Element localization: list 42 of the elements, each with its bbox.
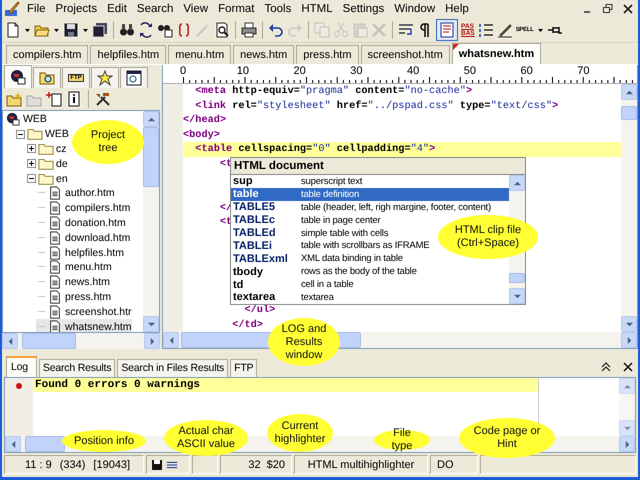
completion-description: XML data binding in table xyxy=(301,253,403,264)
highlighter-name: HTML multihighlighter xyxy=(308,458,414,470)
completion-keyword: sup xyxy=(232,175,254,188)
ruler-number: 10 xyxy=(236,65,250,78)
cursor-position: 11 : 9 xyxy=(25,458,52,470)
completion-description: table (header, left, righ margine, footer, content) xyxy=(301,202,491,213)
completion-description: superscript text xyxy=(301,176,362,187)
completion-description: cell in a table xyxy=(301,279,354,290)
completion-description: table definition xyxy=(301,188,360,200)
code-line: </td> xyxy=(231,318,263,332)
completion-keyword: TABLEc xyxy=(232,214,276,226)
popup-title: HTML document xyxy=(231,158,525,175)
ruler-number: 50 xyxy=(464,65,477,78)
code-line: <meta http-equiv="pragma" content="no-cache"> xyxy=(194,84,472,99)
completion-keyword: TABLExml xyxy=(232,252,289,265)
char-offset: (334) xyxy=(60,458,86,470)
file-type: DO xyxy=(437,458,454,470)
completion-keyword: TABLEd xyxy=(232,227,277,239)
completion-keyword: textarea xyxy=(232,291,276,304)
ruler-number: 20 xyxy=(294,65,307,78)
ruler-number: 40 xyxy=(407,65,420,78)
code-line: </ul> xyxy=(244,302,276,318)
completion-description: table with scrollbars as IFRAME xyxy=(301,240,430,252)
ruler-number: 70 xyxy=(577,65,590,78)
ruler-number: 0 xyxy=(180,65,188,78)
char-hex: $20 xyxy=(266,458,285,470)
completion-keyword: tbody xyxy=(232,266,264,278)
completion-description: rows as the body of the table xyxy=(301,266,417,278)
completion-keyword: TABLE5 xyxy=(232,201,276,214)
completion-keyword: table xyxy=(232,188,260,200)
completion-keyword: TABLEi xyxy=(232,240,273,252)
code-line: </head> xyxy=(183,113,226,128)
completion-description: simple table with cells xyxy=(301,228,388,238)
ruler-number: 60 xyxy=(520,65,534,78)
file-size: [19043] xyxy=(93,458,130,470)
code-line: <link rel="stylesheet" href="../pspad.css" type="text/css"> xyxy=(194,98,558,114)
ruler-number: 30 xyxy=(350,65,364,78)
char-code: 32 xyxy=(248,458,261,470)
completion-description: table in page center xyxy=(301,214,380,226)
completion-description: textarea xyxy=(301,292,334,303)
completion-keyword: td xyxy=(232,278,244,291)
code-line: <body> xyxy=(183,128,220,142)
